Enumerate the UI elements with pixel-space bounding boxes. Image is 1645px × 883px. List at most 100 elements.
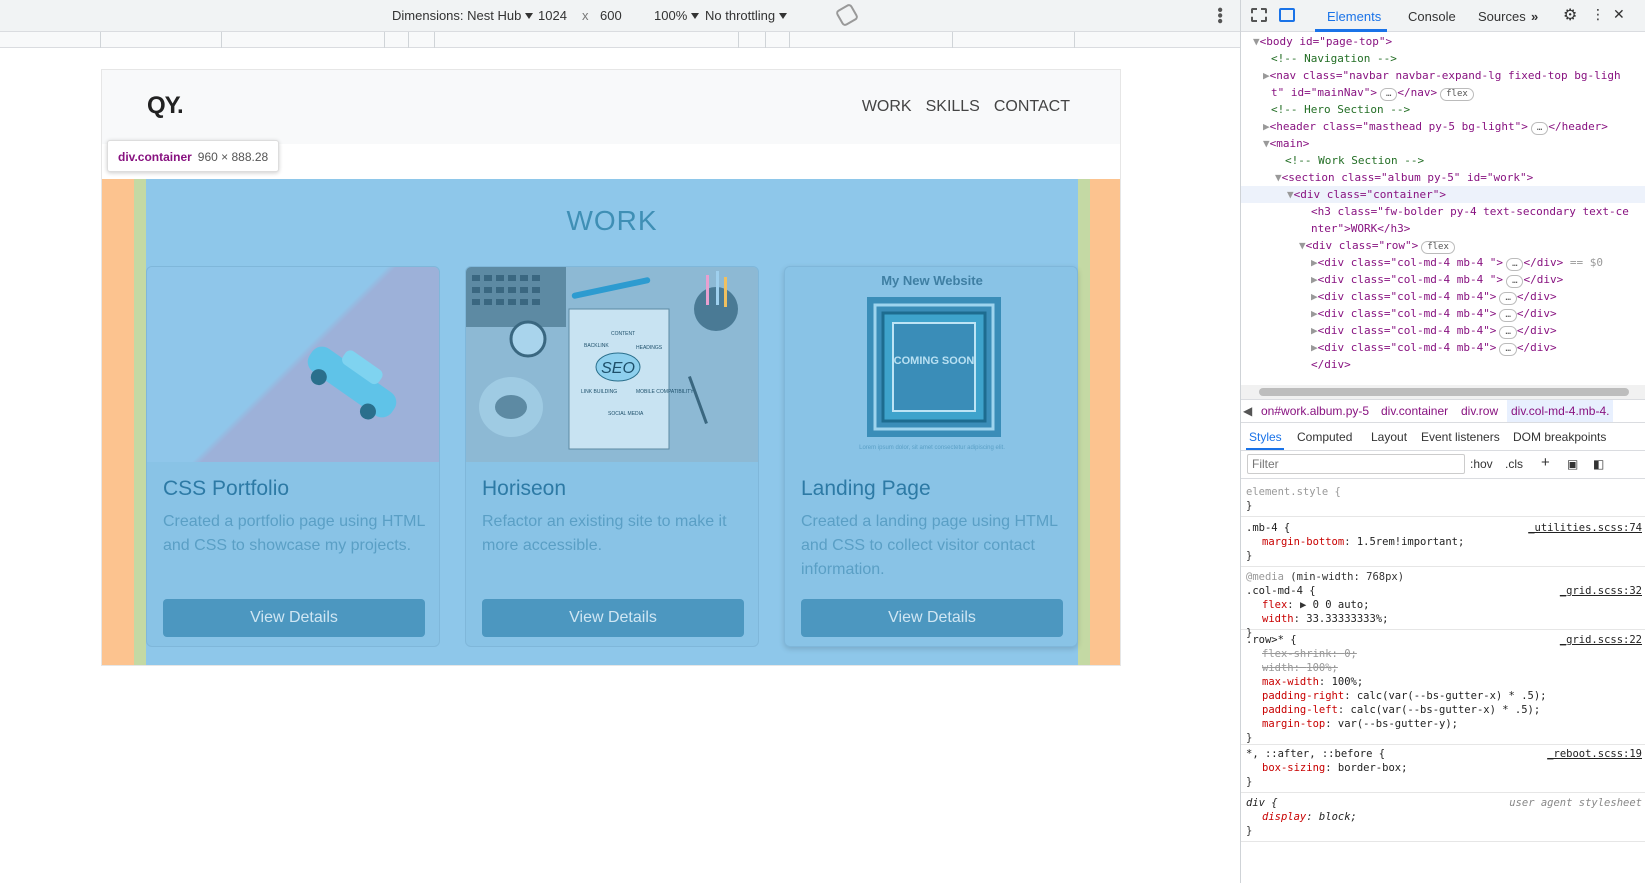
tab-sources[interactable]: Sources bbox=[1478, 9, 1526, 24]
nav-link-work[interactable]: WORK bbox=[862, 98, 912, 116]
tab-elements[interactable]: Elements bbox=[1327, 9, 1381, 24]
style-rule[interactable]: element.style { } bbox=[1241, 485, 1645, 517]
device-select[interactable]: Dimensions: Nest Hub bbox=[392, 8, 534, 23]
tree-node[interactable]: ▶<div class="col-md-4 mb-4 ">… </div> == … bbox=[1241, 254, 1645, 271]
dom-tree: ▼<body id="page-top"> <!-- Navigation --… bbox=[1241, 33, 1645, 378]
source-link[interactable]: _reboot.scss:19 bbox=[1547, 747, 1642, 761]
subtab-event-listeners[interactable]: Event listeners bbox=[1421, 430, 1500, 444]
style-rule[interactable]: div { user agent stylesheet display: blo… bbox=[1241, 796, 1645, 842]
breadcrumb-item[interactable]: on#work.album.py-5 bbox=[1261, 400, 1369, 422]
breadcrumb-item[interactable]: div.container bbox=[1381, 400, 1448, 422]
styles-filter-input[interactable] bbox=[1247, 454, 1465, 474]
card-title: Horiseon bbox=[482, 477, 567, 500]
breadcrumb-item-active[interactable]: div.col-md-4.mb-4. bbox=[1507, 400, 1614, 422]
tree-node[interactable]: ▼<main> bbox=[1241, 135, 1645, 152]
card-title: Landing Page bbox=[801, 477, 931, 500]
tree-comment[interactable]: <!-- Hero Section --> bbox=[1241, 101, 1645, 118]
view-details-button[interactable]: View Details bbox=[482, 599, 744, 637]
style-rule[interactable]: @media (min-width: 768px) .col-md-4 { _g… bbox=[1241, 570, 1645, 639]
active-subtab-underline bbox=[1246, 448, 1284, 450]
view-details-button[interactable]: View Details bbox=[163, 599, 425, 637]
seo-text: SEO bbox=[601, 360, 635, 377]
project-card: My New Website COMING SOON Lorem ipsum d… bbox=[784, 266, 1078, 647]
tree-node[interactable]: ▼<body id="page-top"> bbox=[1241, 33, 1645, 50]
tree-node[interactable]: <h3 class="fw-bolder py-4 text-secondary… bbox=[1241, 203, 1645, 220]
user-agent-label: user agent stylesheet bbox=[1509, 797, 1642, 809]
inspect-element-icon[interactable] bbox=[1251, 8, 1267, 22]
subtab-styles[interactable]: Styles bbox=[1249, 430, 1282, 444]
tree-comment[interactable]: <!-- Navigation --> bbox=[1241, 50, 1645, 67]
svg-text:LINK BUILDING: LINK BUILDING bbox=[581, 389, 617, 395]
tree-node[interactable]: ▶<div class="col-md-4 mb-4">… </div> bbox=[1241, 305, 1645, 322]
more-options-icon[interactable]: ••• bbox=[1211, 7, 1228, 24]
nav-link-contact[interactable]: CONTACT bbox=[994, 98, 1070, 116]
throttle-select[interactable]: No throttling bbox=[705, 8, 788, 23]
project-card: SEO BACKLINK CONTENT HEADINGS LINK BUILD… bbox=[465, 266, 759, 647]
device-toolbar: Dimensions: Nest Hub 1024 x 600 100% No … bbox=[0, 0, 1240, 32]
horizontal-scrollbar[interactable] bbox=[1241, 385, 1645, 399]
site-brand[interactable]: QY. bbox=[147, 92, 184, 120]
height-input[interactable]: 600 bbox=[600, 8, 622, 23]
tree-node[interactable]: ▶<div class="col-md-4 mb-4">… </div> bbox=[1241, 339, 1645, 356]
style-rule[interactable]: .mb-4 { _utilities.scss:74 margin-bottom… bbox=[1241, 521, 1645, 567]
source-link[interactable]: _grid.scss:22 bbox=[1560, 633, 1642, 647]
cls-toggle[interactable]: .cls bbox=[1505, 457, 1523, 471]
tree-node[interactable]: ▶<div class="col-md-4 mb-4">… </div> bbox=[1241, 288, 1645, 305]
tree-node[interactable]: ▼<section class="album py-5" id="work"> bbox=[1241, 169, 1645, 186]
subtab-layout[interactable]: Layout bbox=[1371, 430, 1407, 444]
zoom-select[interactable]: 100% bbox=[654, 8, 700, 23]
source-link[interactable]: _grid.scss:32 bbox=[1560, 584, 1642, 598]
new-rule-icon[interactable]: + bbox=[1541, 454, 1550, 471]
project-image: My New Website COMING SOON Lorem ipsum d… bbox=[785, 267, 1077, 462]
device-toolbar-icon[interactable] bbox=[1279, 8, 1295, 22]
rotate-icon[interactable] bbox=[834, 2, 860, 28]
svg-text:HEADINGS: HEADINGS bbox=[636, 345, 663, 351]
subtab-dom-breakpoints[interactable]: DOM breakpoints bbox=[1513, 430, 1606, 444]
tab-console[interactable]: Console bbox=[1408, 9, 1456, 24]
hov-toggle[interactable]: :hov bbox=[1470, 457, 1493, 471]
tree-node[interactable]: ▼<div class="row"> flex bbox=[1241, 237, 1645, 254]
tree-node[interactable]: </div> bbox=[1241, 356, 1645, 373]
breadcrumb-back-icon[interactable]: ◀ bbox=[1243, 400, 1252, 422]
project-image bbox=[147, 267, 439, 462]
svg-text:BACKLINK: BACKLINK bbox=[584, 343, 609, 349]
devtools-panel: Elements Console Sources » ⚙ ⋮ ✕ ▼<body … bbox=[1240, 0, 1645, 883]
computed-styles-icon[interactable]: ▣ bbox=[1567, 457, 1578, 471]
tree-node[interactable]: nter">WORK</h3> bbox=[1241, 220, 1645, 237]
screen: Dimensions: Nest Hub 1024 x 600 100% No … bbox=[0, 0, 1645, 883]
project-image: SEO BACKLINK CONTENT HEADINGS LINK BUILD… bbox=[466, 267, 758, 462]
dimension-separator: x bbox=[582, 8, 589, 23]
devtools-tabbar: Elements Console Sources » ⚙ ⋮ ✕ bbox=[1241, 0, 1645, 32]
tree-node[interactable]: ▶<div class="col-md-4 mb-4">… </div> bbox=[1241, 322, 1645, 339]
tree-node[interactable]: ▶<nav class="navbar navbar-expand-lg fix… bbox=[1241, 67, 1645, 84]
tree-node[interactable]: ▶<header class="masthead py-5 bg-light">… bbox=[1241, 118, 1645, 135]
settings-icon[interactable]: ⚙ bbox=[1563, 5, 1577, 25]
source-link[interactable]: _utilities.scss:74 bbox=[1528, 521, 1642, 535]
width-input[interactable]: 1024 bbox=[538, 8, 567, 23]
nav-link-skills[interactable]: SKILLS bbox=[926, 98, 980, 116]
inspect-tooltip: div.container 960 × 888.28 bbox=[107, 140, 280, 172]
coming-soon-badge: COMING SOON bbox=[893, 355, 975, 367]
style-rule[interactable]: *, ::after, ::before { _reboot.scss:19 b… bbox=[1241, 747, 1645, 793]
styles-filter-row: :hov .cls + ▣ ◧ bbox=[1241, 451, 1645, 479]
sidebar-toggle-icon[interactable]: ◧ bbox=[1593, 457, 1604, 471]
svg-text:MOBILE COMPATIBILITY: MOBILE COMPATIBILITY bbox=[636, 389, 694, 395]
style-rule[interactable]: .row>* { _grid.scss:22 flex-shrink: 0; w… bbox=[1241, 633, 1645, 745]
tree-comment[interactable]: <!-- Work Section --> bbox=[1241, 152, 1645, 169]
card-text: Refactor an existing site to make it mor… bbox=[482, 513, 727, 554]
close-icon[interactable]: ✕ bbox=[1613, 6, 1625, 23]
subtab-computed[interactable]: Computed bbox=[1297, 430, 1352, 444]
project-card: CSS Portfolio Created a portfolio page u… bbox=[146, 266, 440, 647]
work-section: WORK CSS Portfolio Created a portfolio p… bbox=[146, 179, 1078, 665]
breadcrumb-item[interactable]: div.row bbox=[1461, 400, 1498, 422]
padding-highlight-left bbox=[134, 179, 146, 665]
active-tab-underline bbox=[1315, 29, 1387, 32]
more-tabs-icon[interactable]: » bbox=[1531, 9, 1538, 24]
tree-node[interactable]: t" id="mainNav">… </nav> flex bbox=[1241, 84, 1645, 101]
more-options-icon[interactable]: ⋮ bbox=[1591, 6, 1605, 23]
svg-text:CONTENT: CONTENT bbox=[611, 331, 635, 337]
tree-node-selected[interactable]: ▼<div class="container"> bbox=[1241, 186, 1645, 203]
tree-node[interactable]: ▶<div class="col-md-4 mb-4 ">… </div> bbox=[1241, 271, 1645, 288]
view-details-button[interactable]: View Details bbox=[801, 599, 1063, 637]
toy-car-icon bbox=[307, 346, 397, 420]
